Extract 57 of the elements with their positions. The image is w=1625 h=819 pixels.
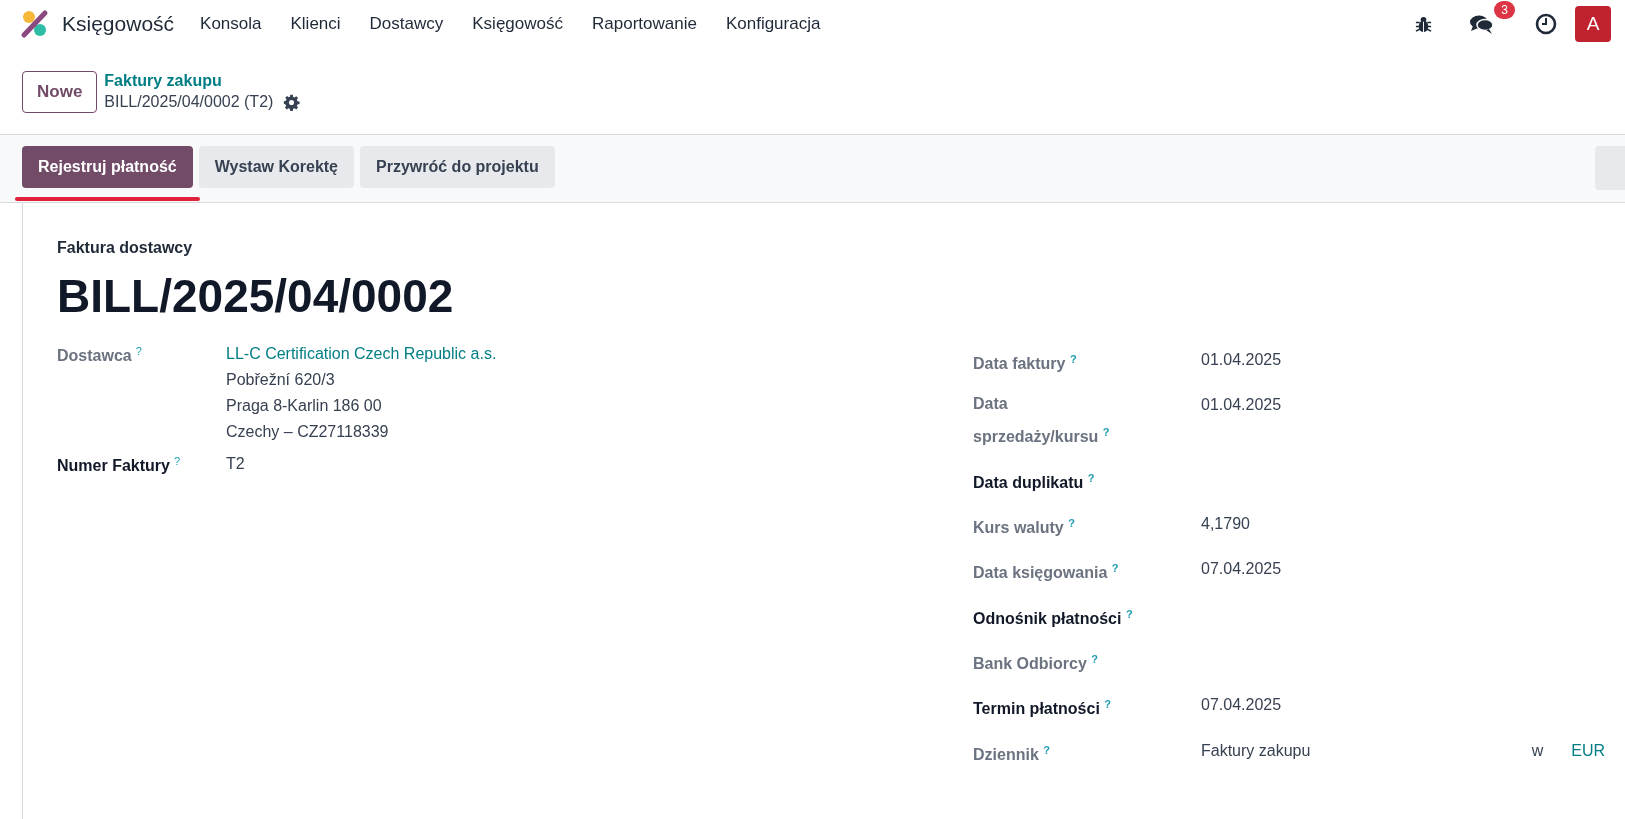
- help-tooltip[interactable]: ?: [1043, 743, 1050, 756]
- field-value: Czechy – CZ27118339: [226, 423, 390, 441]
- clock-icon[interactable]: [1535, 13, 1557, 35]
- field-value: 4,1790: [1201, 515, 1250, 533]
- help-tooltip[interactable]: ?: [1125, 607, 1133, 620]
- app-logo-icon[interactable]: [20, 9, 50, 39]
- help-tooltip[interactable]: ?: [1091, 652, 1098, 665]
- document-title: BILL/2025/04/0002: [57, 269, 455, 323]
- chat-icon[interactable]: [1469, 13, 1495, 35]
- app-name[interactable]: Księgowość: [62, 12, 175, 36]
- help-tooltip[interactable]: ?: [1111, 562, 1119, 575]
- help-tooltip[interactable]: ?: [135, 345, 142, 357]
- currency-prefix: w: [1531, 741, 1544, 760]
- menu-item[interactable]: Księgowość: [472, 14, 563, 34]
- field-label: Dziennik $^{?}$: [973, 742, 1050, 765]
- menu-item[interactable]: Konsola: [200, 14, 262, 34]
- user-avatar[interactable]: A: [1575, 6, 1611, 42]
- field-label: Data księgowania $^{?}$: [973, 561, 1119, 584]
- field-label: Data faktury $^{?}$: [973, 352, 1077, 375]
- document-type-label: Faktura dostawcy: [57, 239, 194, 257]
- field-value: 07.04.2025: [1201, 696, 1282, 715]
- menu-item[interactable]: Dostawcy: [369, 14, 444, 34]
- field-label: Odnośnik płatności $^{?}$: [973, 606, 1133, 629]
- field-label: Dostawca: [57, 347, 132, 365]
- menu-item[interactable]: Raportowanie: [592, 14, 697, 34]
- field-label: Data sprzedaży/kursu $^{?}$: [973, 394, 1111, 448]
- field-value: 01.04.2025: [1201, 351, 1282, 369]
- field-label: Numer Faktury: [57, 457, 170, 475]
- settings-icon[interactable]: [283, 93, 301, 111]
- help-tooltip[interactable]: ?: [1104, 698, 1111, 711]
- field-value: 07.04.2025: [1201, 560, 1282, 579]
- action-button[interactable]: Wystaw Korektę: [198, 146, 354, 188]
- record-name: BILL/2025/04/0002 (T2): [104, 93, 274, 111]
- field-label: Data duplikatu $^{?}$: [973, 470, 1095, 493]
- field-label: Kurs waluty $^{?}$: [973, 516, 1075, 539]
- help-tooltip[interactable]: ?: [1069, 353, 1077, 365]
- help-tooltip[interactable]: ?: [1087, 471, 1095, 484]
- action-button[interactable]: Przywróć do projektu: [360, 146, 555, 188]
- menu-item[interactable]: Konfiguracja: [725, 14, 821, 34]
- action-button[interactable]: Rejestruj płatność: [22, 146, 193, 188]
- supplier-link[interactable]: LL-C Certification Czech Republic a.s.: [226, 345, 497, 363]
- field-value: Praga 8-Karlin 186 00: [226, 397, 383, 415]
- field-value: Pobřežní 620/3: [226, 371, 336, 389]
- help-tooltip[interactable]: ?: [173, 455, 181, 467]
- message-count-badge: 3: [1494, 1, 1515, 19]
- breadcrumb-link[interactable]: Faktury zakupu: [104, 72, 301, 90]
- menu-item[interactable]: Klienci: [290, 14, 341, 34]
- field-value: Faktury zakupu: [1201, 741, 1311, 760]
- field-label: Bank Odbiorcy $^{?}$: [973, 651, 1098, 675]
- new-button[interactable]: Nowe: [22, 70, 98, 113]
- field-label: Termin płatności $^{?}$: [973, 697, 1111, 720]
- field-value: 01.04.2025: [1201, 396, 1282, 415]
- currency-link[interactable]: EUR: [1571, 741, 1605, 760]
- bug-icon[interactable]: [1414, 14, 1433, 34]
- field-value: T2: [226, 455, 245, 473]
- help-tooltip[interactable]: ?: [1068, 517, 1075, 529]
- help-tooltip[interactable]: ?: [1102, 426, 1110, 439]
